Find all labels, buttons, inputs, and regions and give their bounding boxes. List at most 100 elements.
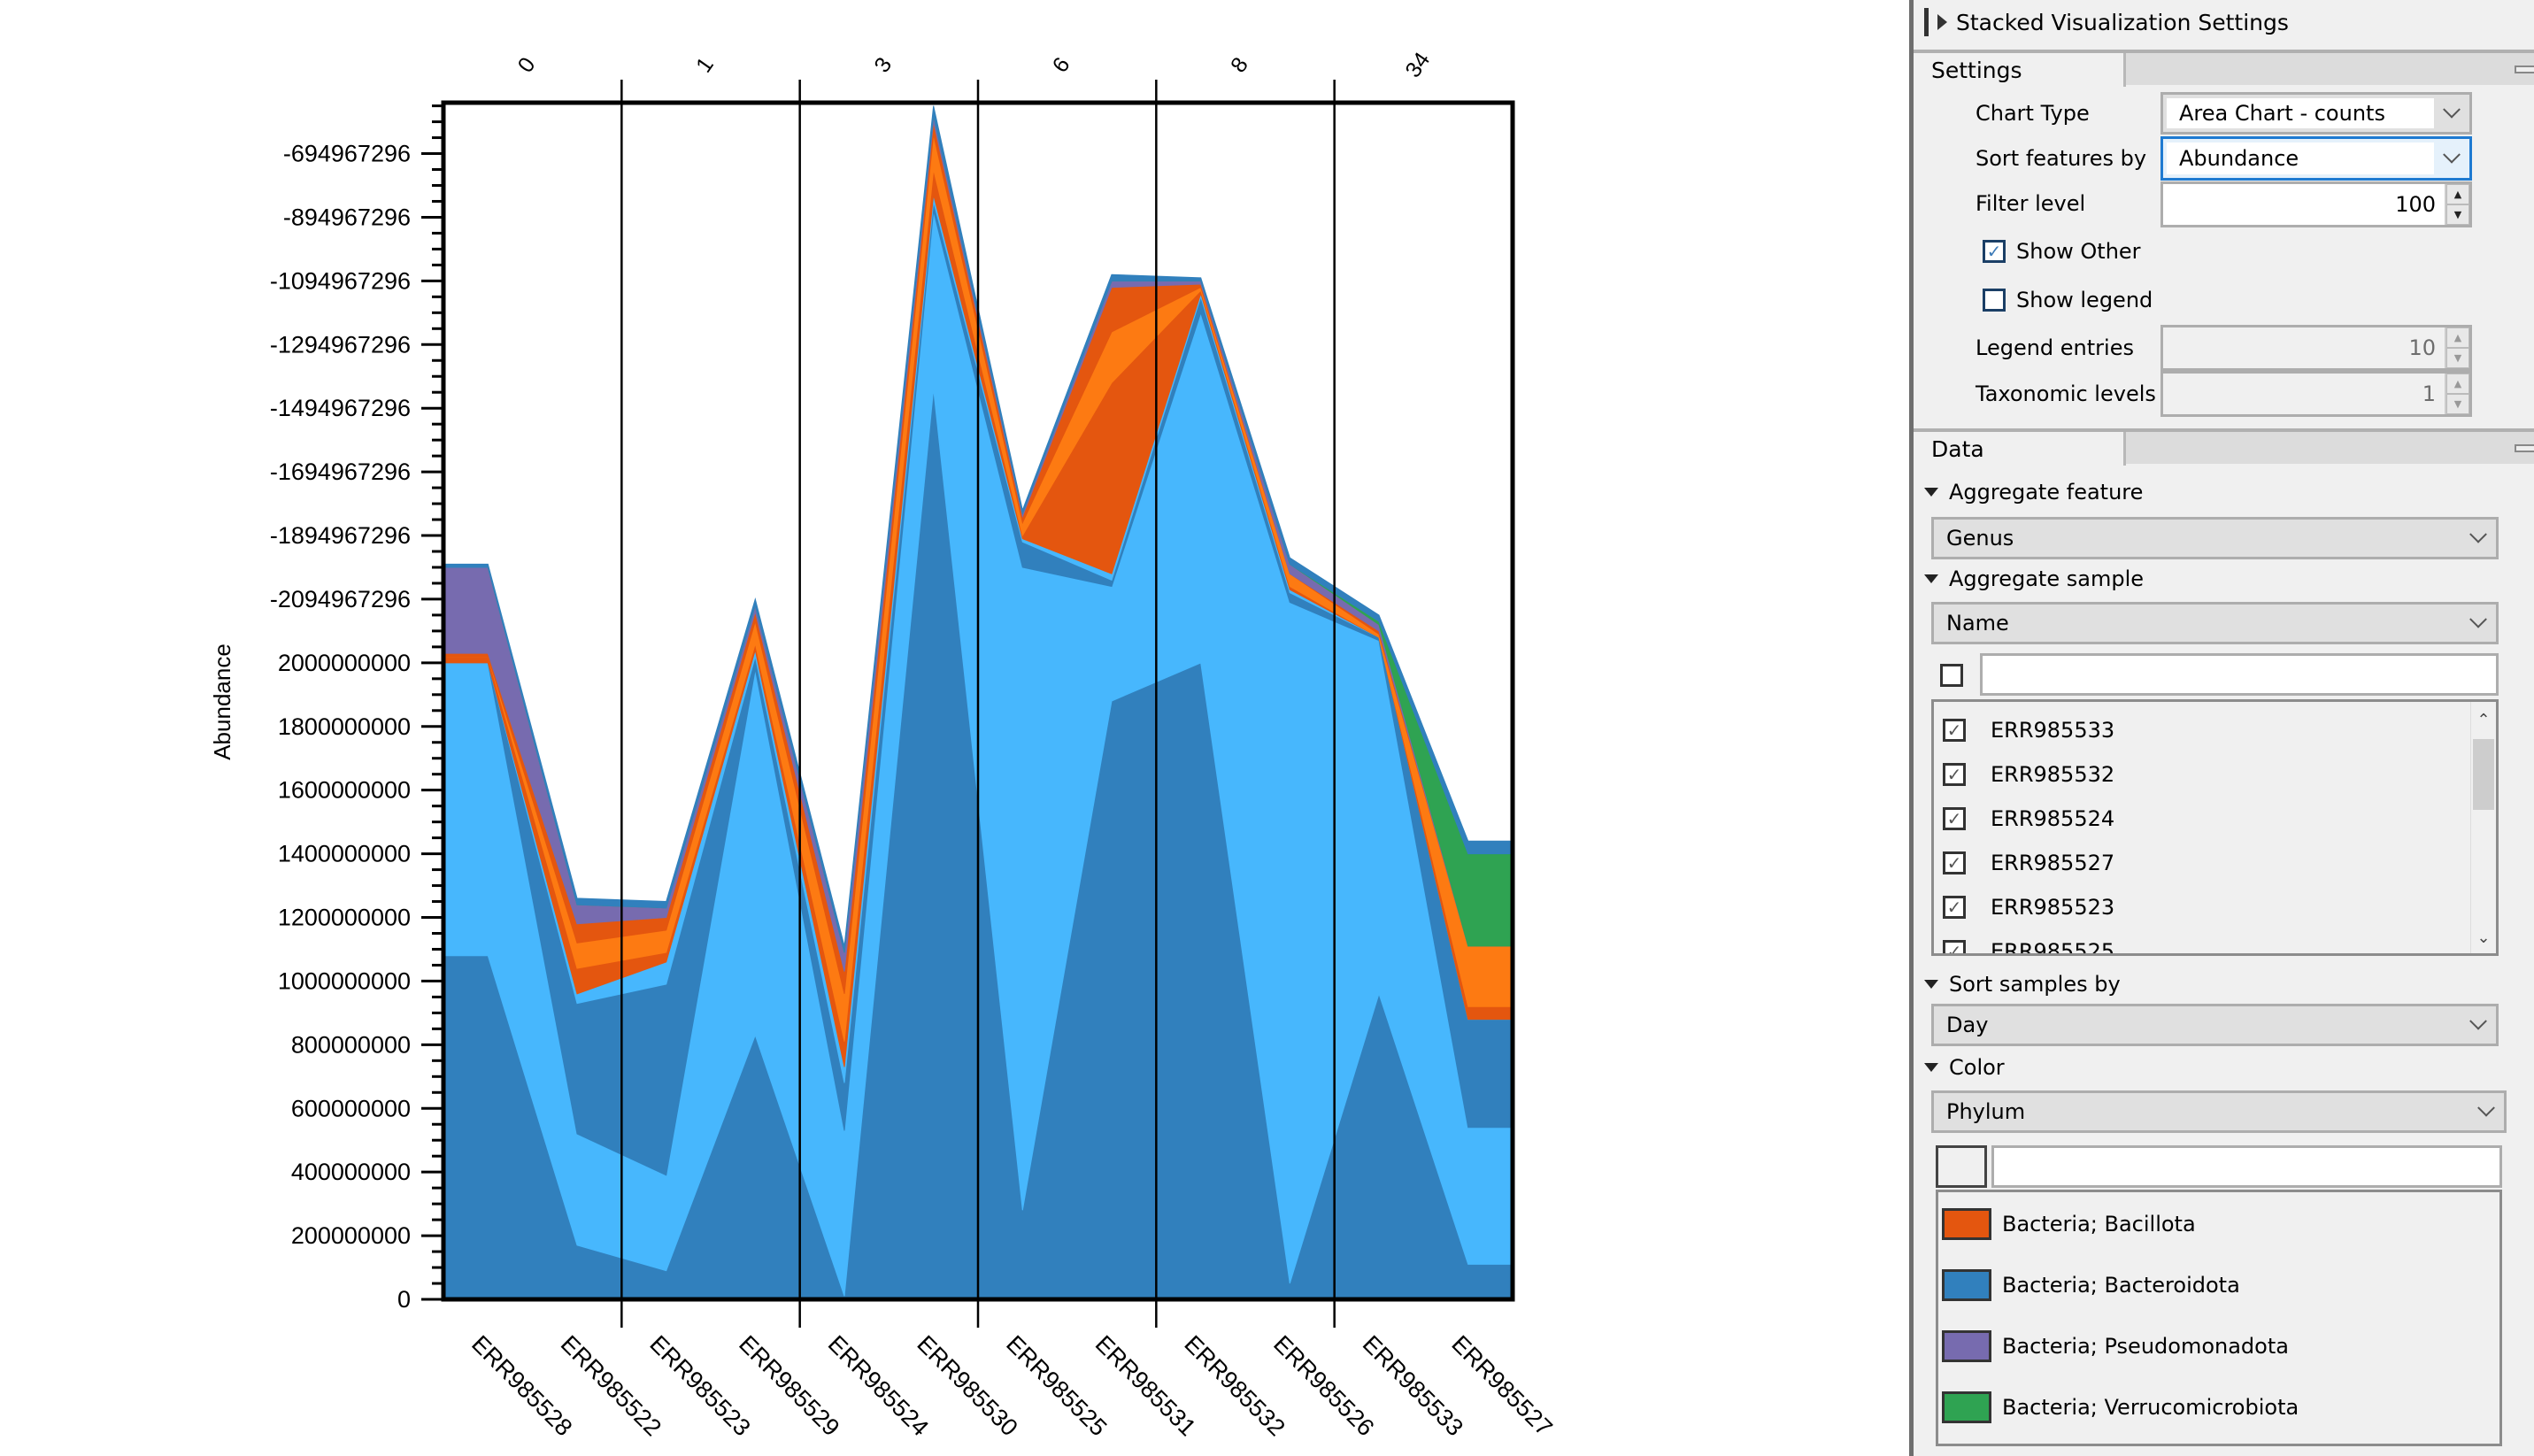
chevron-down-icon <box>2434 145 2469 165</box>
expand-arrow-icon[interactable] <box>1937 14 1947 30</box>
chart-type-label: Chart Type <box>1976 101 2090 126</box>
y-tick-label: 1200000000 <box>278 905 411 931</box>
legend-entries-label: Legend entries <box>1976 335 2134 360</box>
color-swatch[interactable] <box>1942 1391 1991 1423</box>
scroll-up-icon[interactable]: ⌃ <box>2471 707 2496 732</box>
show-legend-checkbox[interactable]: Show legend <box>1983 288 2153 312</box>
sort-samples-label: Sort samples by <box>1949 972 2121 997</box>
checkbox-checked-icon[interactable]: ✓ <box>1943 719 1966 742</box>
y-tick-label: -1494967296 <box>270 395 411 421</box>
sort-samples-select[interactable]: Day <box>1931 1004 2499 1046</box>
color-swatch[interactable] <box>1942 1330 1991 1362</box>
sample-filter-input[interactable] <box>1980 653 2499 696</box>
sample-list-item[interactable]: ✓ ERR985527 <box>1943 845 2114 881</box>
select-all-samples-checkbox[interactable] <box>1940 664 1963 687</box>
panel-grip-icon <box>1924 8 1929 36</box>
filter-level-label: Filter level <box>1976 191 2086 216</box>
y-tick-label: 200000000 <box>291 1222 411 1249</box>
chevron-down-icon <box>2461 1012 2496 1031</box>
sort-samples-value: Day <box>1946 1013 1989 1037</box>
tab-data[interactable]: Data <box>1914 432 2126 466</box>
show-other-checkbox[interactable]: ✓ Show Other <box>1983 239 2141 264</box>
aggregate-sample-header[interactable]: Aggregate sample <box>1924 566 2144 591</box>
color-legend-item[interactable]: Bacteria; Bacteroidota <box>1942 1267 2240 1303</box>
tab-settings-label: Settings <box>1931 57 2022 83</box>
aggregate-feature-header[interactable]: Aggregate feature <box>1924 480 2143 505</box>
color-legend-label: Bacteria; Bacillota <box>2002 1212 2196 1236</box>
checkbox-checked-icon[interactable]: ✓ <box>1943 896 1966 919</box>
checkbox-checked-icon[interactable]: ✓ <box>1943 763 1966 786</box>
collapse-arrow-icon <box>1924 980 1938 989</box>
color-legend-label: Bacteria; Bacteroidota <box>2002 1273 2240 1298</box>
day-axis: 0 1 3 6 8 34 <box>513 48 1436 82</box>
scroll-thumb[interactable] <box>2473 739 2494 810</box>
day-label: 3 <box>869 53 897 77</box>
color-legend-item[interactable]: Bacteria; Pseudomonadota <box>1942 1329 2289 1364</box>
checkbox-checked-icon[interactable]: ✓ <box>1943 851 1966 874</box>
y-tick-label: -894967296 <box>283 204 411 230</box>
sample-list-item[interactable]: ✓ ERR985525 <box>1943 934 2114 953</box>
spin-down-icon[interactable]: ▼ <box>2446 204 2469 225</box>
chart-type-value: Area Chart - counts <box>2167 98 2434 128</box>
minimize-icon[interactable] <box>2515 65 2534 73</box>
sort-features-select[interactable]: Abundance <box>2160 136 2472 181</box>
taxonomic-levels-label: Taxonomic levels <box>1976 381 2156 406</box>
data-section-header: Data <box>1914 428 2534 466</box>
spin-up-icon: ▲ <box>2446 374 2469 394</box>
filter-level-value: 100 <box>2395 192 2436 217</box>
minimize-icon[interactable] <box>2515 444 2534 452</box>
y-tick-label: -1094967296 <box>270 267 411 294</box>
color-swatch[interactable] <box>1942 1269 1991 1301</box>
day-label: 0 <box>513 53 541 77</box>
color-swatch-select-all[interactable] <box>1936 1145 1987 1188</box>
color-select[interactable]: Phylum <box>1931 1090 2507 1133</box>
sample-list-item[interactable]: ✓ ERR985524 <box>1943 801 2114 836</box>
sample-list-scrollbar[interactable]: ⌃ ⌄ <box>2470 702 2496 953</box>
sample-list-item[interactable]: ✓ ERR985532 <box>1943 757 2114 792</box>
y-tick-label: 0 <box>397 1286 411 1313</box>
day-label: 34 <box>1400 48 1435 82</box>
chevron-down-icon <box>2434 100 2469 119</box>
sample-name: ERR985532 <box>1991 762 2115 787</box>
color-swatch[interactable] <box>1942 1208 1991 1240</box>
aggregate-sample-value: Name <box>1946 611 2009 636</box>
y-tick-label: -694967296 <box>283 141 411 167</box>
sort-samples-header[interactable]: Sort samples by <box>1924 972 2121 997</box>
color-legend-item[interactable]: Bacteria; Bacillota <box>1942 1206 2196 1242</box>
checkbox-checked-icon: ✓ <box>1983 240 2006 263</box>
spin-up-icon[interactable]: ▲ <box>2446 184 2469 204</box>
color-filter-input[interactable] <box>1991 1145 2502 1188</box>
x-axis: ERR985528ERR985522ERR985523ERR985529ERR9… <box>466 1330 1558 1441</box>
y-tick-label: 600000000 <box>291 1095 411 1121</box>
spin-down-icon: ▼ <box>2446 394 2469 414</box>
color-header[interactable]: Color <box>1924 1055 2005 1080</box>
y-tick-label: 400000000 <box>291 1159 411 1185</box>
settings-section-header: Settings <box>1914 50 2534 87</box>
aggregate-feature-select[interactable]: Genus <box>1931 517 2499 559</box>
y-tick-label: -1894967296 <box>270 522 411 549</box>
tab-settings[interactable]: Settings <box>1914 53 2126 87</box>
checkbox-checked-icon[interactable]: ✓ <box>1943 940 1966 953</box>
scroll-down-icon[interactable]: ⌄ <box>2471 925 2496 950</box>
chevron-down-icon <box>2469 1098 2504 1118</box>
panel-title-bar[interactable]: Stacked Visualization Settings <box>1914 5 2534 39</box>
sample-list-item[interactable]: ✓ ERR985523 <box>1943 890 2114 925</box>
sort-features-label: Sort features by <box>1976 146 2147 171</box>
filter-level-spinner[interactable]: 100 ▲ ▼ <box>2160 181 2472 227</box>
chart-type-select[interactable]: Area Chart - counts <box>2160 92 2472 135</box>
y-tick-label: 1800000000 <box>278 713 411 740</box>
aggregate-sample-select[interactable]: Name <box>1931 602 2499 644</box>
sample-list-item[interactable]: ✓ ERR985533 <box>1943 713 2114 748</box>
y-tick-label: -2094967296 <box>270 586 411 612</box>
y-axis: 0 200000000 400000000 600000000 800000000 100… <box>270 104 443 1313</box>
settings-panel: Stacked Visualization Settings Settings … <box>1909 0 2534 1456</box>
color-legend-label: Bacteria; Verrucomicrobiota <box>2002 1395 2299 1420</box>
checkbox-checked-icon[interactable]: ✓ <box>1943 807 1966 830</box>
color-legend-list: Bacteria; Bacillota Bacteria; Bacteroidot… <box>1936 1190 2502 1446</box>
color-legend-item[interactable]: Bacteria; Verrucomicrobiota <box>1942 1390 2299 1425</box>
chart-area: 0 200000000 400000000 600000000 800000000 100… <box>0 0 1903 1456</box>
aggregate-sample-label: Aggregate sample <box>1949 566 2144 591</box>
y-tick-label: 1600000000 <box>278 777 411 804</box>
y-tick-label: 1000000000 <box>278 967 411 994</box>
day-label: 1 <box>691 53 719 77</box>
